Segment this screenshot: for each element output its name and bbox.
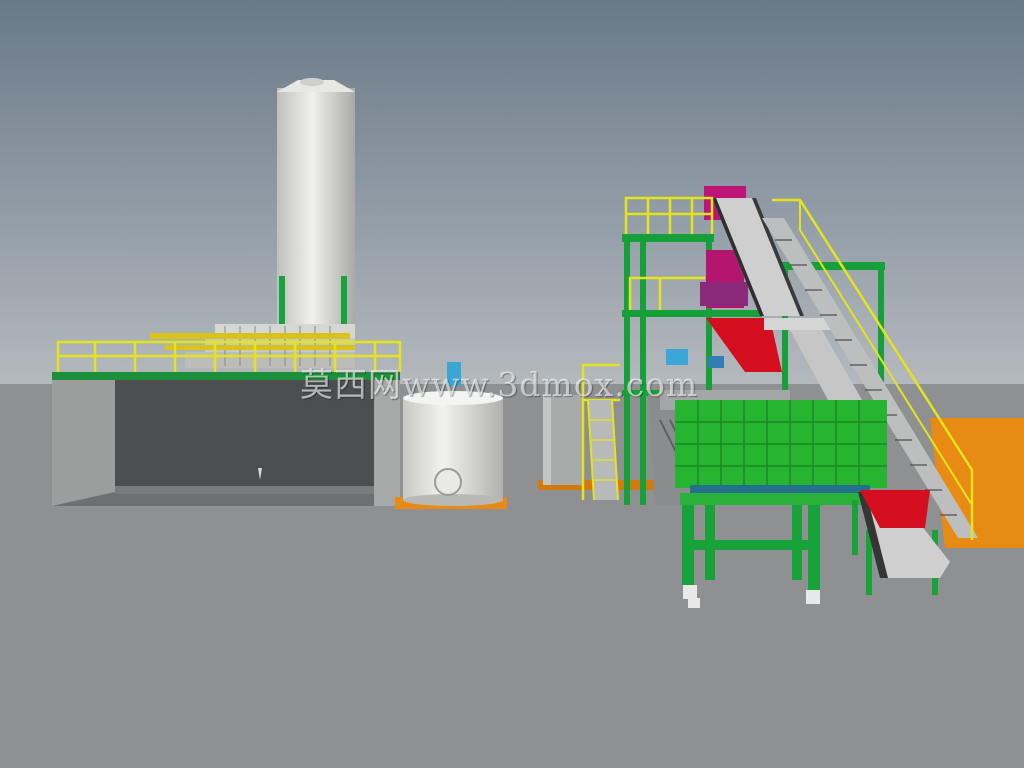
vibrating-screen <box>675 400 887 493</box>
access-stair-left <box>587 399 619 501</box>
silo <box>277 78 355 340</box>
watermark: 莫西网www.3dmox.com <box>300 365 699 404</box>
concrete-block <box>543 395 583 485</box>
sky <box>0 0 1024 385</box>
